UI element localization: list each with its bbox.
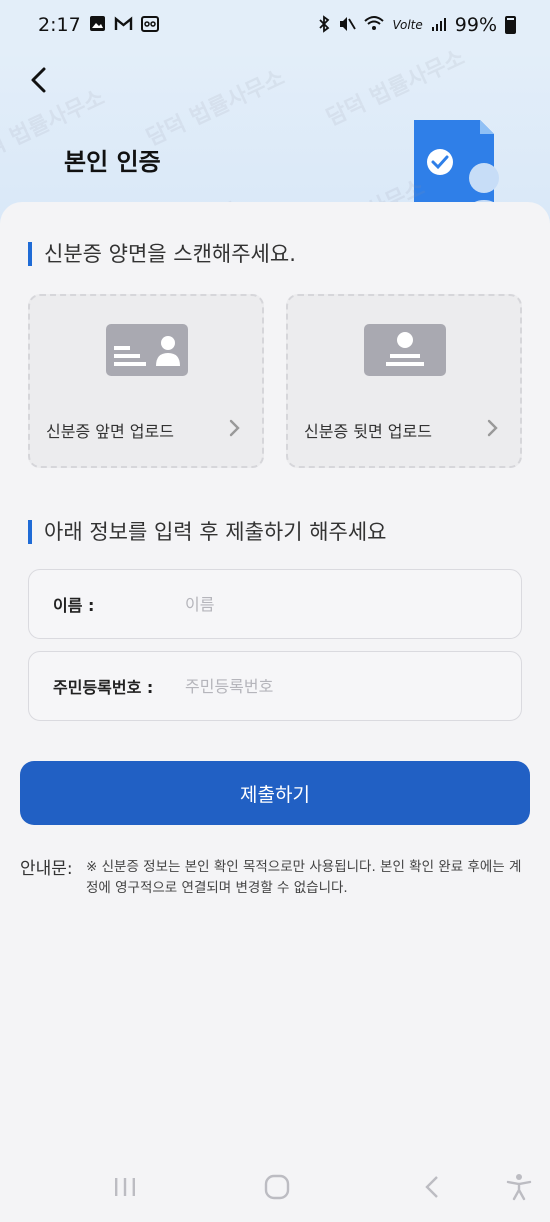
back-nav-button[interactable] <box>418 1172 448 1202</box>
rrn-label: 주민등록번호 : <box>53 678 154 697</box>
network-label: Volte <box>392 18 423 32</box>
mute-icon <box>338 15 357 36</box>
form-section-title: 아래 정보를 입력 후 제출하기 해주세요 <box>28 520 387 544</box>
rrn-input[interactable] <box>185 666 505 706</box>
verification-card: 신분증 양면을 스캔해주세요. 신분증 앞면 업로드 신분증 뒷면 업로드 아래… <box>0 202 550 1152</box>
scan-section-title: 신분증 양면을 스캔해주세요. <box>28 242 296 266</box>
status-time: 2:17 <box>38 14 81 36</box>
name-label: 이름 : <box>53 596 95 615</box>
upload-front-label: 신분증 앞면 업로드 <box>46 422 174 441</box>
id-card-front-icon <box>106 324 188 376</box>
upload-back-label: 신분증 뒷면 업로드 <box>304 422 432 441</box>
name-field: 이름 : <box>28 569 522 639</box>
battery-icon <box>505 16 516 34</box>
wifi-icon <box>364 15 385 35</box>
id-card-back-icon <box>364 324 446 376</box>
upload-id-back-button[interactable]: 신분증 뒷면 업로드 <box>286 294 522 468</box>
name-input[interactable] <box>185 584 505 624</box>
gallery-icon <box>89 15 106 35</box>
home-button[interactable] <box>262 1172 292 1202</box>
chevron-right-icon <box>487 419 498 437</box>
signal-icon <box>431 16 447 35</box>
system-navigation-bar <box>0 1152 550 1222</box>
bluetooth-icon <box>318 14 330 36</box>
voicemail-icon <box>140 15 159 35</box>
recent-apps-button[interactable] <box>110 1172 140 1202</box>
gmail-icon <box>114 16 133 35</box>
upload-id-front-button[interactable]: 신분증 앞면 업로드 <box>28 294 264 468</box>
page-title: 본인 인증 <box>64 148 161 176</box>
back-button[interactable] <box>22 64 54 96</box>
submit-button[interactable]: 제출하기 <box>20 761 530 825</box>
back-arrow-icon <box>31 67 46 93</box>
status-bar: 2:17 Volte 99% <box>0 0 550 50</box>
chevron-right-icon <box>229 419 240 437</box>
accessibility-icon[interactable] <box>504 1172 534 1202</box>
battery-percent: 99% <box>454 14 497 36</box>
notice-label: 안내문: <box>20 859 73 879</box>
rrn-field: 주민등록번호 : <box>28 651 522 721</box>
notice-text: ※ 신분증 정보는 본인 확인 목적으로만 사용됩니다. 본인 확인 완료 후에… <box>86 859 522 896</box>
